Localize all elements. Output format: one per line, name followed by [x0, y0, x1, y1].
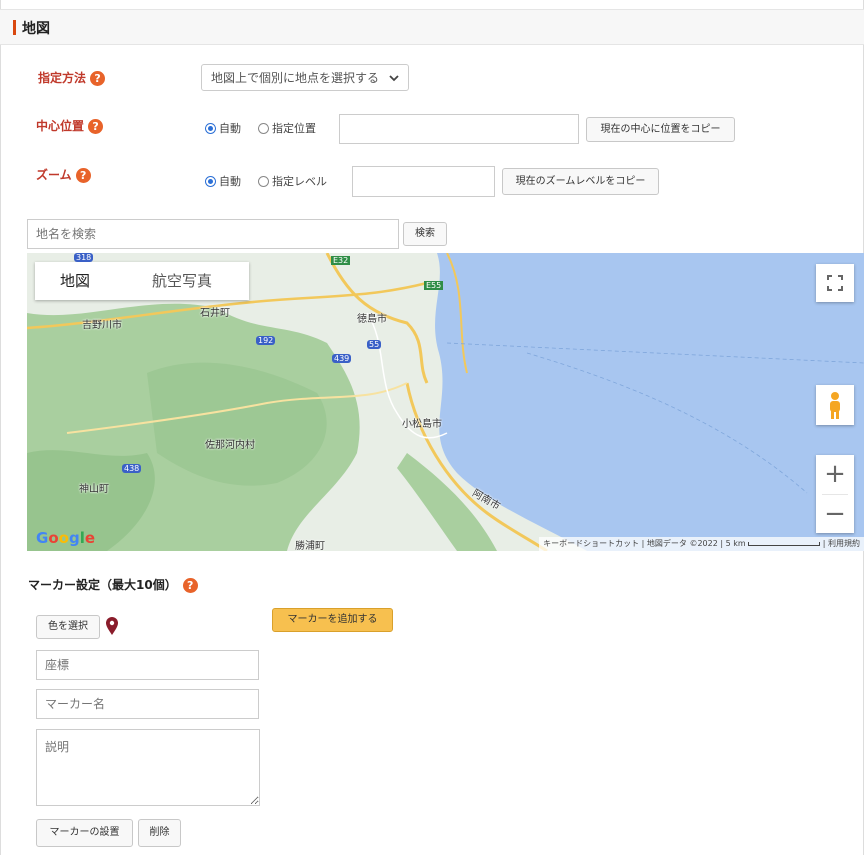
radio-checked-icon [205, 123, 216, 134]
method-label-text: 指定方法 [38, 71, 87, 85]
radio-label: 指定位置 [272, 122, 316, 135]
radio-unchecked-icon [258, 123, 269, 134]
place-marker-button[interactable]: マーカーの設置 [36, 819, 133, 847]
section-header: 地図 [0, 9, 864, 45]
delete-marker-button[interactable]: 削除 [138, 819, 181, 847]
header-accent [13, 20, 16, 35]
place-search-input[interactable] [27, 219, 399, 249]
map-place-label: 吉野川市 [82, 320, 122, 331]
copy-zoom-button[interactable]: 現在のズームレベルをコピー [502, 168, 659, 195]
help-icon[interactable]: ? [182, 578, 198, 593]
road-shield: E32 [331, 256, 351, 265]
radio-unchecked-icon [258, 176, 269, 187]
chevron-down-icon [388, 65, 400, 102]
road-shield: 192 [256, 336, 276, 345]
map-attribution: キーボードショートカット | 地図データ ©2022 | 5 km | 利用規約 [539, 537, 864, 551]
radio-label: 自動 [219, 175, 241, 188]
center-radio-fixed[interactable]: 指定位置 [258, 122, 316, 136]
zoom-radio-fixed[interactable]: 指定レベル [258, 175, 327, 189]
map-tab-aerial[interactable]: 航空写真 [115, 262, 249, 300]
zoom-in-button[interactable]: + [816, 455, 854, 493]
method-select[interactable]: 地図上で個別に地点を選択する [201, 64, 409, 91]
map-place-label: 小松島市 [402, 419, 442, 430]
map-place-label: 石井町 [200, 308, 230, 319]
terms-link[interactable]: 利用規約 [828, 539, 860, 548]
scale-text[interactable]: 5 km [726, 539, 746, 548]
add-marker-button[interactable]: マーカーを追加する [272, 608, 393, 632]
select-color-button[interactable]: 色を選択 [36, 615, 100, 639]
help-icon[interactable]: ? [75, 168, 91, 183]
road-shield: 55 [367, 340, 382, 349]
marker-description-textarea[interactable] [36, 729, 260, 806]
map-tab-map[interactable]: 地図 [35, 262, 115, 300]
radio-label: 自動 [219, 122, 241, 135]
marker-settings-title-text: マーカー設定（最大10個） [28, 578, 177, 592]
radio-label: 指定レベル [272, 175, 327, 188]
copy-center-button[interactable]: 現在の中心に位置をコピー [586, 117, 735, 142]
zoom-label: ズーム? [36, 166, 91, 183]
road-shield: 438 [122, 464, 142, 473]
map-pin-icon [105, 616, 119, 640]
zoom-radio-auto[interactable]: 自動 [205, 175, 241, 189]
center-position-input[interactable] [339, 114, 579, 144]
section-title: 地図 [22, 21, 50, 37]
marker-coord-input[interactable] [36, 650, 259, 680]
road-shield: 318 [74, 253, 94, 262]
center-label-text: 中心位置 [36, 119, 85, 133]
radio-checked-icon [205, 176, 216, 187]
keyboard-shortcuts-link[interactable]: キーボードショートカット [543, 539, 639, 548]
center-label: 中心位置? [36, 117, 104, 134]
road-shield: E55 [424, 281, 444, 290]
marker-settings-title: マーカー設定（最大10個）? [28, 576, 198, 593]
zoom-label-text: ズーム [36, 168, 72, 182]
map-data-text: 地図データ ©2022 [646, 539, 718, 548]
search-button[interactable]: 検索 [403, 222, 447, 246]
road-shield: 439 [332, 354, 352, 363]
marker-name-input[interactable] [36, 689, 259, 719]
scale-bar [748, 541, 821, 546]
help-icon[interactable]: ? [90, 71, 106, 86]
map-place-label: 徳島市 [357, 314, 387, 325]
zoom-level-input[interactable] [352, 166, 495, 197]
method-label: 指定方法? [38, 69, 106, 86]
help-icon[interactable]: ? [88, 119, 104, 134]
fullscreen-icon[interactable] [816, 264, 854, 302]
zoom-control: + − [816, 455, 854, 533]
method-select-value: 地図上で個別に地点を選択する [211, 71, 380, 85]
map-place-label: 勝浦町 [295, 541, 325, 551]
google-logo: Google [36, 529, 96, 547]
map-place-label: 神山町 [79, 484, 109, 495]
map-place-label: 佐那河内村 [205, 440, 255, 451]
map-type-control: 地図 航空写真 [35, 262, 249, 300]
map-view[interactable]: 地図 航空写真 + − 石井町 吉野川市 徳島市 小松島市 佐那河内村 神山町 … [27, 253, 864, 551]
center-radio-auto[interactable]: 自動 [205, 122, 241, 136]
zoom-out-button[interactable]: − [816, 495, 854, 533]
street-view-pegman-icon[interactable] [816, 385, 854, 425]
